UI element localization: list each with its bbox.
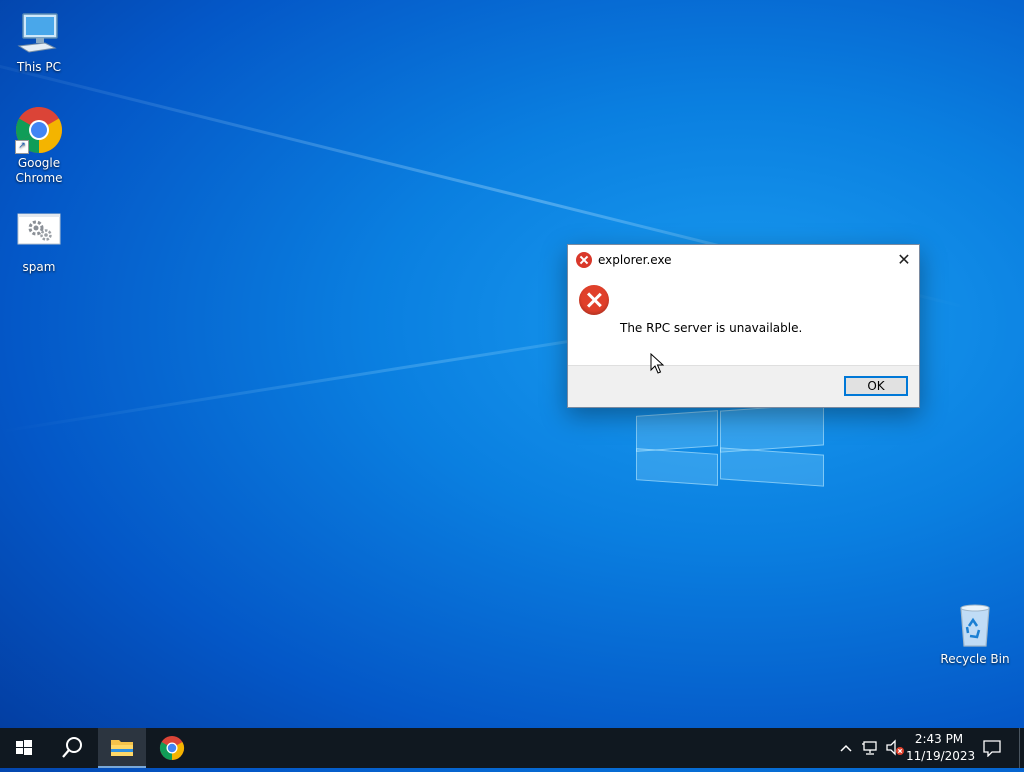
windows-start-icon [16, 740, 32, 755]
taskbar: 2:43 PM 11/19/2023 [0, 728, 1024, 768]
taskbar-time[interactable]: 2:43 PM [906, 732, 972, 746]
dialog-footer: OK [568, 365, 919, 407]
file-explorer-icon [111, 740, 133, 756]
notification-icon[interactable] [982, 739, 1002, 757]
wallpaper-windows-logo [636, 403, 826, 487]
search-button[interactable] [48, 728, 96, 768]
mouse-cursor-icon [650, 353, 664, 374]
desktop-icon-this-pc[interactable]: This PC [3, 10, 75, 75]
error-dialog: explorer.exe ✕ The RPC server is unavail… [567, 244, 920, 408]
monitor-icon [15, 10, 63, 58]
chrome-icon: ↗ [15, 106, 63, 154]
network-icon[interactable] [862, 740, 880, 756]
close-button[interactable]: ✕ [889, 245, 919, 275]
shortcut-arrow-icon: ↗ [15, 140, 29, 154]
taskbar-date[interactable]: 11/19/2023 [906, 749, 975, 763]
desktop-icon-recycle-bin[interactable]: Recycle Bin [939, 602, 1011, 667]
ok-button[interactable]: OK [844, 376, 908, 396]
desktop-icon-label: spam [22, 260, 56, 274]
chrome-icon [159, 736, 185, 760]
desktop-icon-label: This PC [17, 60, 61, 74]
recycle-bin-icon [951, 602, 999, 650]
volume-muted-icon[interactable] [885, 739, 905, 757]
error-icon [576, 252, 592, 268]
error-icon [579, 285, 609, 315]
desktop-icon-google-chrome[interactable]: ↗ Google Chrome [3, 106, 75, 186]
dialog-message: The RPC server is unavailable. [620, 321, 803, 335]
desktop-icon-spam[interactable]: spam [3, 210, 75, 275]
desktop-icon-label: Recycle Bin [940, 652, 1010, 666]
settings-file-icon [15, 210, 63, 258]
dialog-title: explorer.exe [598, 253, 672, 267]
start-button[interactable] [0, 728, 48, 768]
show-desktop-button[interactable] [1019, 728, 1024, 768]
taskbar-chrome[interactable] [148, 728, 196, 768]
desktop-icon-label: Google Chrome [15, 156, 63, 185]
dialog-titlebar[interactable]: explorer.exe ✕ [568, 245, 919, 275]
search-icon [62, 737, 82, 758]
taskbar-file-explorer[interactable] [98, 728, 146, 768]
chevron-up-icon[interactable] [838, 740, 854, 756]
